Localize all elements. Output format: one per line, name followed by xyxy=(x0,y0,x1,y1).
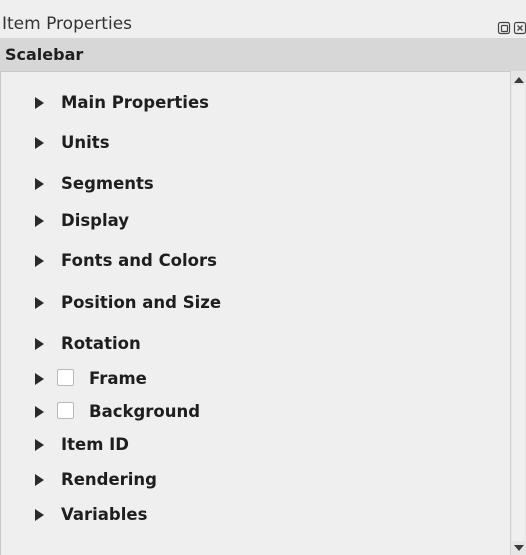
group-rotation[interactable]: Rotation xyxy=(1,331,501,357)
group-frame[interactable]: Frame xyxy=(1,366,501,392)
group-rendering[interactable]: Rendering xyxy=(1,467,501,493)
group-label: Units xyxy=(61,133,110,152)
expand-arrow-icon[interactable] xyxy=(35,406,44,418)
dock-titlebar[interactable]: Item Properties xyxy=(0,0,526,38)
group-label: Rendering xyxy=(61,470,157,489)
close-icon[interactable] xyxy=(513,21,526,35)
group-position-and-size[interactable]: Position and Size xyxy=(1,290,501,316)
expand-arrow-icon[interactable] xyxy=(35,338,44,350)
background-checkbox[interactable] xyxy=(57,402,74,419)
group-variables[interactable]: Variables xyxy=(1,502,501,528)
group-display[interactable]: Display xyxy=(1,208,501,234)
group-label: Fonts and Colors xyxy=(61,251,217,270)
group-segments[interactable]: Segments xyxy=(1,171,501,197)
group-label: Background xyxy=(89,402,201,421)
group-main-properties[interactable]: Main Properties xyxy=(1,90,501,116)
scroll-up-arrow-icon[interactable] xyxy=(514,77,524,83)
group-item-id[interactable]: Item ID xyxy=(1,432,501,458)
group-label: Frame xyxy=(89,369,147,388)
float-icon[interactable] xyxy=(497,21,511,35)
group-label: Item ID xyxy=(61,435,129,454)
group-label: Segments xyxy=(61,174,154,193)
expand-arrow-icon[interactable] xyxy=(35,178,44,190)
item-properties-panel: Item Properties Scalebar Main Properties… xyxy=(0,0,526,555)
vertical-scrollbar[interactable] xyxy=(510,71,526,555)
scrollbar-thumb[interactable] xyxy=(512,85,525,541)
frame-checkbox[interactable] xyxy=(57,369,74,386)
group-label: Rotation xyxy=(61,334,141,353)
group-label: Display xyxy=(61,211,130,230)
item-type-title: Scalebar xyxy=(5,45,84,64)
group-units[interactable]: Units xyxy=(1,130,501,156)
item-type-header: Scalebar xyxy=(0,38,526,71)
expand-arrow-icon[interactable] xyxy=(35,439,44,451)
expand-arrow-icon[interactable] xyxy=(35,137,44,149)
expand-arrow-icon[interactable] xyxy=(35,474,44,486)
expand-arrow-icon[interactable] xyxy=(35,297,44,309)
group-label: Position and Size xyxy=(61,293,222,312)
expand-arrow-icon[interactable] xyxy=(35,373,44,385)
dock-title: Item Properties xyxy=(2,14,133,34)
group-background[interactable]: Background xyxy=(1,399,501,425)
group-fonts-and-colors[interactable]: Fonts and Colors xyxy=(1,248,501,274)
scroll-down-arrow-icon[interactable] xyxy=(514,545,524,551)
expand-arrow-icon[interactable] xyxy=(35,97,44,109)
properties-content: Main Properties Units Segments Display F… xyxy=(0,71,510,555)
expand-arrow-icon[interactable] xyxy=(35,255,44,267)
group-label: Main Properties xyxy=(61,93,209,112)
group-label: Variables xyxy=(61,505,148,524)
expand-arrow-icon[interactable] xyxy=(35,509,44,521)
expand-arrow-icon[interactable] xyxy=(35,215,44,227)
